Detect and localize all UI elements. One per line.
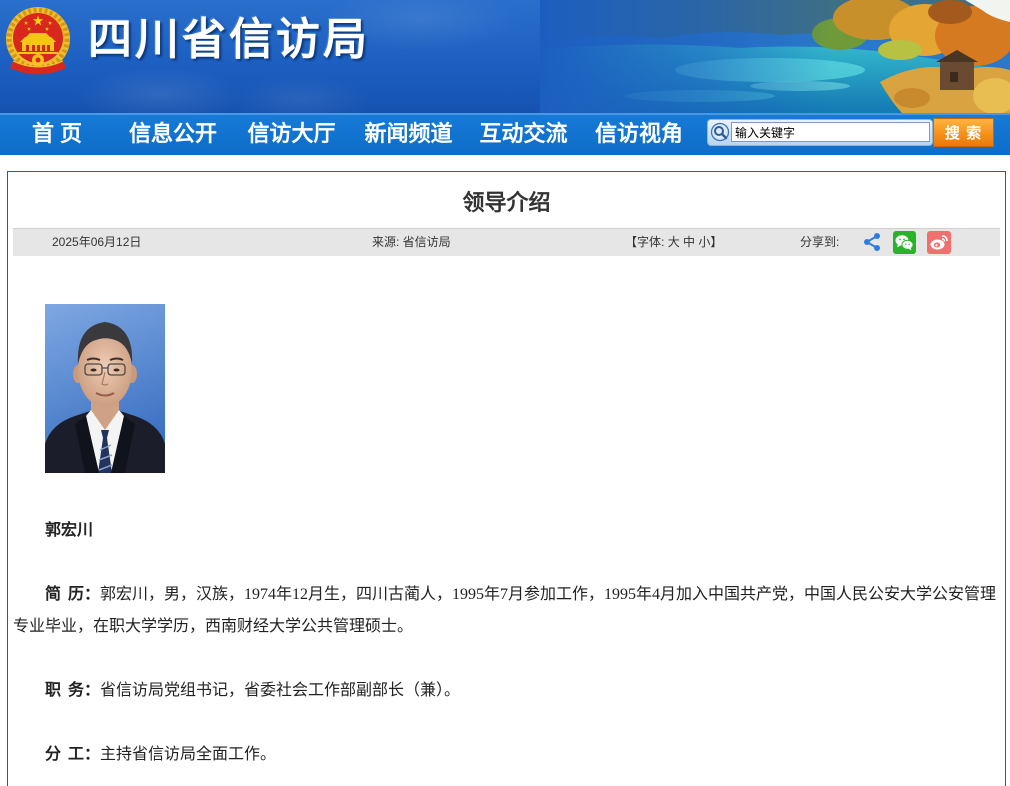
leader-name: 郭宏川: [45, 522, 94, 539]
publish-date: 2025年06月12日: [52, 235, 142, 249]
font-size-bracket: 】: [710, 235, 723, 249]
font-size-small[interactable]: 小: [698, 235, 710, 249]
nav-item-interaction[interactable]: 互动交流: [466, 115, 581, 153]
weibo-icon[interactable]: [927, 231, 951, 254]
share-icon[interactable]: [862, 232, 882, 252]
font-size-medium[interactable]: 中: [683, 235, 695, 249]
font-size-label: 【字体:: [625, 235, 665, 249]
search-bar: 搜 索: [707, 117, 996, 148]
section-text: 省信访局党组书记，省委社会工作部副部长（兼）。: [100, 682, 461, 699]
wechat-icon[interactable]: [893, 231, 916, 254]
section-text: 主持省信访局全面工作。: [100, 746, 277, 763]
site-title[interactable]: 四川省信访局: [88, 14, 370, 66]
section-label: 职 务：: [45, 682, 101, 699]
section-text: 郭宏川，男，汉族，1974年12月生，四川古蔺人，1995年7月参加工作，199…: [13, 586, 997, 635]
nav-item-petition-view[interactable]: 信访视角: [581, 115, 697, 153]
section-position: 职 务：省信访局党组书记，省委社会工作部副部长（兼）。: [13, 675, 1000, 707]
article-panel: 领导介绍 2025年06月12日 来源: 省信访局 【字体: 大 中 小】 分享…: [7, 171, 1006, 786]
site-header: 四川省信访局: [0, 0, 1010, 113]
leader-portrait: [45, 304, 165, 473]
national-emblem-icon: [6, 7, 70, 75]
nav-item-petition-hall[interactable]: 信访大厅: [232, 115, 351, 153]
article-source: 来源: 省信访局: [372, 235, 451, 249]
font-size-control: 【字体: 大 中 小】: [625, 229, 722, 256]
page-title: 领导介绍: [462, 190, 551, 215]
nav-item-home[interactable]: 首 页: [0, 115, 114, 153]
article-meta-bar: 2025年06月12日 来源: 省信访局 【字体: 大 中 小】 分享到:: [13, 228, 1000, 256]
section-duties: 分 工：主持省信访局全面工作。: [13, 739, 1000, 771]
search-input[interactable]: [731, 122, 930, 142]
share-label: 分享到:: [800, 235, 840, 249]
nav-item-news[interactable]: 新闻频道: [351, 115, 466, 153]
font-size-large[interactable]: 大: [668, 235, 680, 249]
landscape-banner: [540, 0, 1010, 113]
article-body: 郭宏川 简 历：郭宏川，男，汉族，1974年12月生，四川古蔺人，1995年7月…: [13, 304, 1000, 771]
search-button[interactable]: 搜 索: [933, 118, 994, 147]
search-icon: [710, 122, 730, 142]
nav-item-info-disclosure[interactable]: 信息公开: [114, 115, 232, 153]
section-label: 分 工：: [45, 746, 101, 763]
section-label: 简 历：: [45, 586, 101, 603]
section-resume: 简 历：郭宏川，男，汉族，1974年12月生，四川古蔺人，1995年7月参加工作…: [13, 579, 1000, 643]
main-nav: 首 页 信息公开 信访大厅 新闻频道 互动交流 信访视角 搜 索: [0, 113, 1010, 155]
